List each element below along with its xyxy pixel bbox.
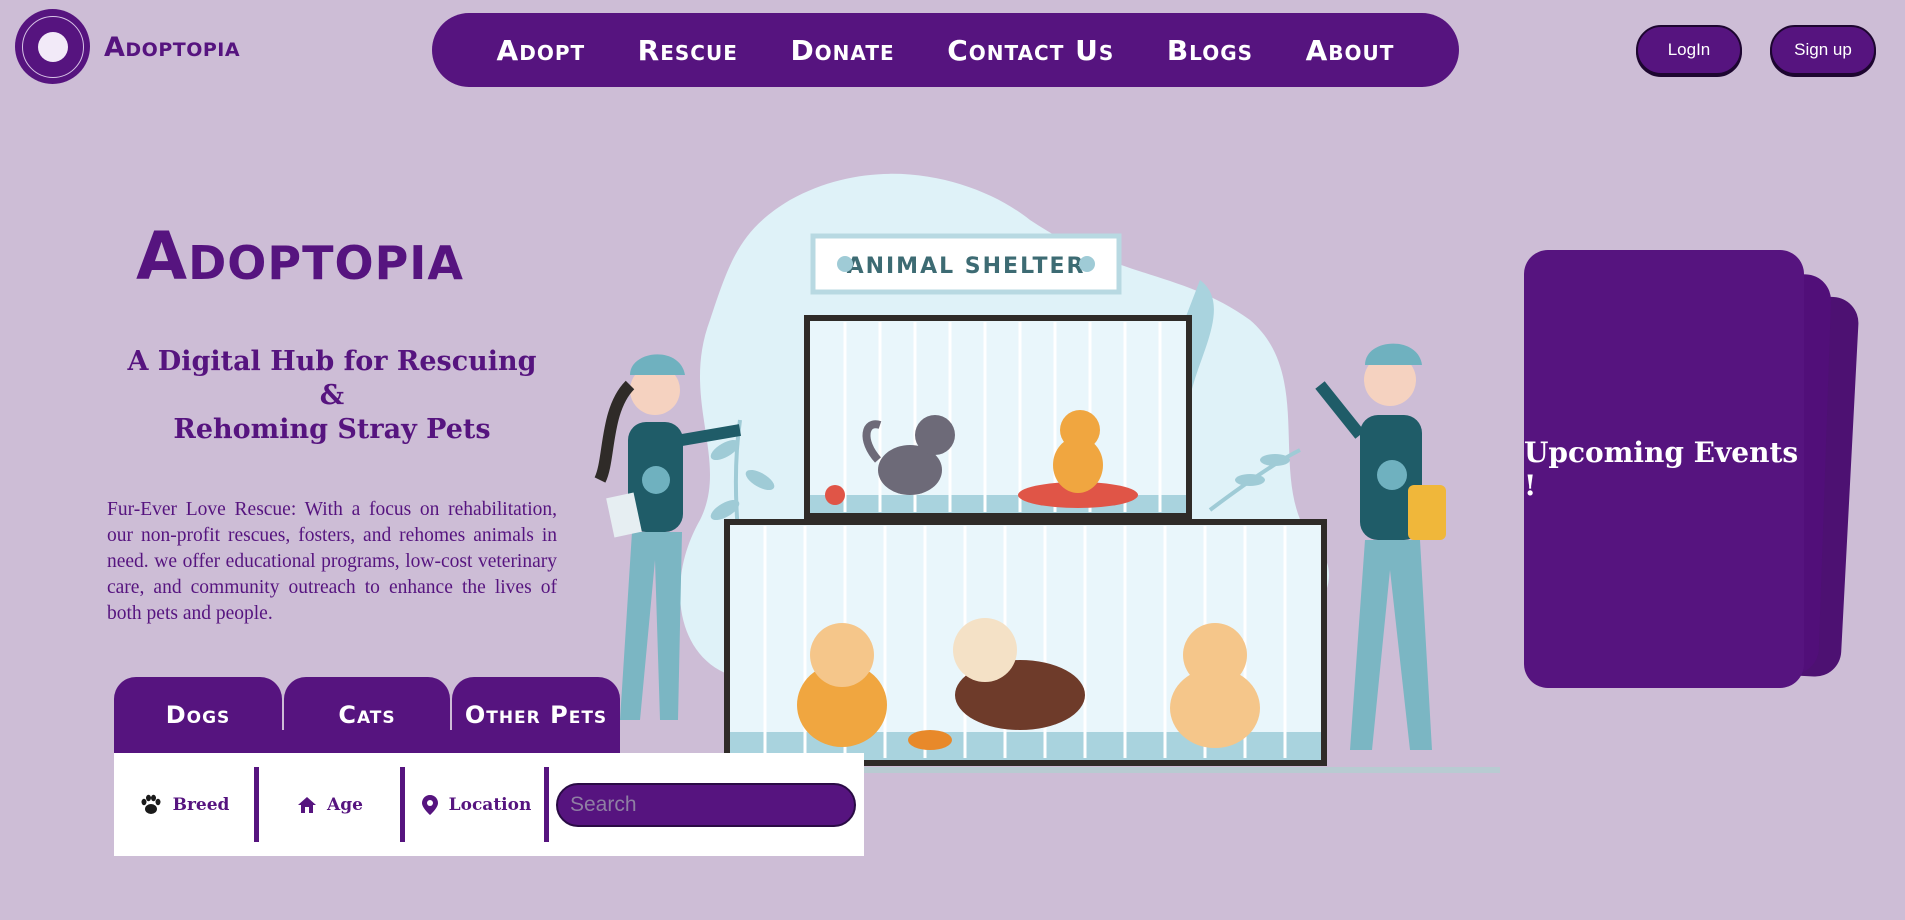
paw-icon — [141, 794, 161, 814]
filter-age[interactable]: Age — [260, 753, 400, 856]
filter-location[interactable]: Location — [406, 753, 546, 856]
logo-badge[interactable] — [15, 9, 90, 84]
filter-divider — [254, 767, 259, 842]
main-navbar: Adopt Rescue Donate Contact Us Blogs Abo… — [432, 13, 1459, 87]
signup-button[interactable]: Sign up — [1770, 25, 1876, 75]
location-pin-icon — [421, 794, 438, 815]
filter-breed[interactable]: Breed — [114, 753, 254, 856]
upcoming-events-card[interactable]: Upcoming Events ! — [1524, 250, 1804, 688]
logo-ring — [21, 15, 84, 78]
tagline-line-3: Rehoming Stray Pets — [173, 414, 491, 445]
hero-description: Fur-Ever Love Rescue: With a focus on re… — [107, 499, 557, 624]
filter-divider — [544, 767, 549, 842]
upcoming-events-title: Upcoming Events ! — [1524, 436, 1799, 502]
nav-contact-us[interactable]: Contact Us — [947, 34, 1114, 67]
nav-donate[interactable]: Donate — [790, 34, 894, 67]
brand-name[interactable]: Adoptopia — [104, 32, 240, 63]
nav-blogs[interactable]: Blogs — [1167, 34, 1253, 67]
search-input[interactable] — [556, 783, 856, 827]
hero-title: Adoptopia — [136, 218, 464, 295]
animal-shelter-illustration: ANIMAL SHELTER — [594, 173, 1500, 773]
filter-divider — [400, 767, 405, 842]
tagline-line-2: & — [319, 380, 345, 411]
hero-tagline: A Digital Hub for Rescuing & Rehoming St… — [110, 345, 554, 447]
logo-pet-icon — [37, 31, 68, 62]
nav-adopt[interactable]: Adopt — [497, 34, 586, 67]
filter-age-label: Age — [327, 794, 363, 815]
tagline-line-1: A Digital Hub for Rescuing — [127, 346, 537, 377]
nav-about[interactable]: About — [1306, 34, 1395, 67]
shelter-sign-text: ANIMAL SHELTER — [847, 254, 1086, 279]
login-button[interactable]: LogIn — [1636, 25, 1742, 75]
filter-location-label: Location — [448, 794, 532, 815]
tab-strip — [114, 730, 620, 753]
filter-breed-label: Breed — [172, 794, 230, 815]
home-icon — [298, 796, 317, 813]
nav-rescue[interactable]: Rescue — [638, 34, 738, 67]
filter-panel: Breed Age Location — [114, 753, 864, 856]
